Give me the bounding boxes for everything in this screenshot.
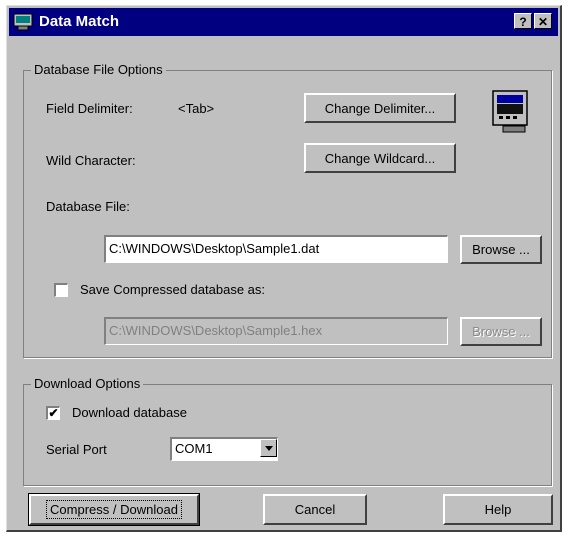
download-options-legend: Download Options (31, 376, 144, 391)
data-match-dialog: Data Match ? ✕ Database File Options Fie… (6, 5, 562, 532)
serial-port-select[interactable]: COM1 (170, 437, 278, 461)
database-file-options-legend: Database File Options (31, 62, 166, 77)
browse-database-button[interactable]: Browse ... (460, 235, 542, 264)
save-compressed-checkbox[interactable] (54, 283, 68, 297)
browse-compressed-button[interactable]: Browse ... (460, 317, 542, 346)
compress-download-button[interactable]: Compress / Download (28, 493, 200, 526)
cancel-button[interactable]: Cancel (263, 494, 367, 525)
download-options-group: Download Options ✔ Download database Ser… (23, 376, 552, 486)
app-icon (13, 13, 33, 31)
serial-port-value: COM1 (175, 441, 213, 456)
close-button[interactable]: ✕ (534, 13, 552, 29)
database-file-input[interactable]: C:\WINDOWS\Desktop\Sample1.dat (104, 235, 448, 263)
download-database-label: Download database (72, 405, 187, 420)
compress-download-label: Compress / Download (46, 500, 182, 519)
download-database-checkbox[interactable]: ✔ (46, 406, 60, 420)
database-file-options-group: Database File Options Field Delimiter: <… (23, 62, 552, 358)
serial-port-dropdown-button[interactable] (260, 439, 277, 457)
close-icon: ✕ (537, 15, 549, 29)
change-delimiter-button[interactable]: Change Delimiter... (304, 93, 456, 123)
serial-port-label: Serial Port (46, 442, 107, 457)
chevron-down-icon (265, 446, 273, 451)
compressed-file-input[interactable]: C:\WINDOWS\Desktop\Sample1.hex (104, 317, 448, 345)
change-wildcard-button[interactable]: Change Wildcard... (304, 143, 456, 173)
handheld-device-icon (492, 90, 528, 133)
save-compressed-label: Save Compressed database as: (80, 282, 265, 297)
help-title-button[interactable]: ? (514, 13, 532, 29)
window-title: Data Match (39, 13, 120, 30)
database-file-label: Database File: (46, 199, 130, 214)
help-button[interactable]: Help (443, 494, 553, 525)
field-delimiter-value: <Tab> (178, 101, 215, 116)
wild-character-label: Wild Character: (46, 153, 136, 168)
title-bar[interactable]: Data Match ? ✕ (9, 8, 558, 36)
field-delimiter-label: Field Delimiter: (46, 101, 133, 116)
checkmark-icon: ✔ (48, 406, 59, 420)
